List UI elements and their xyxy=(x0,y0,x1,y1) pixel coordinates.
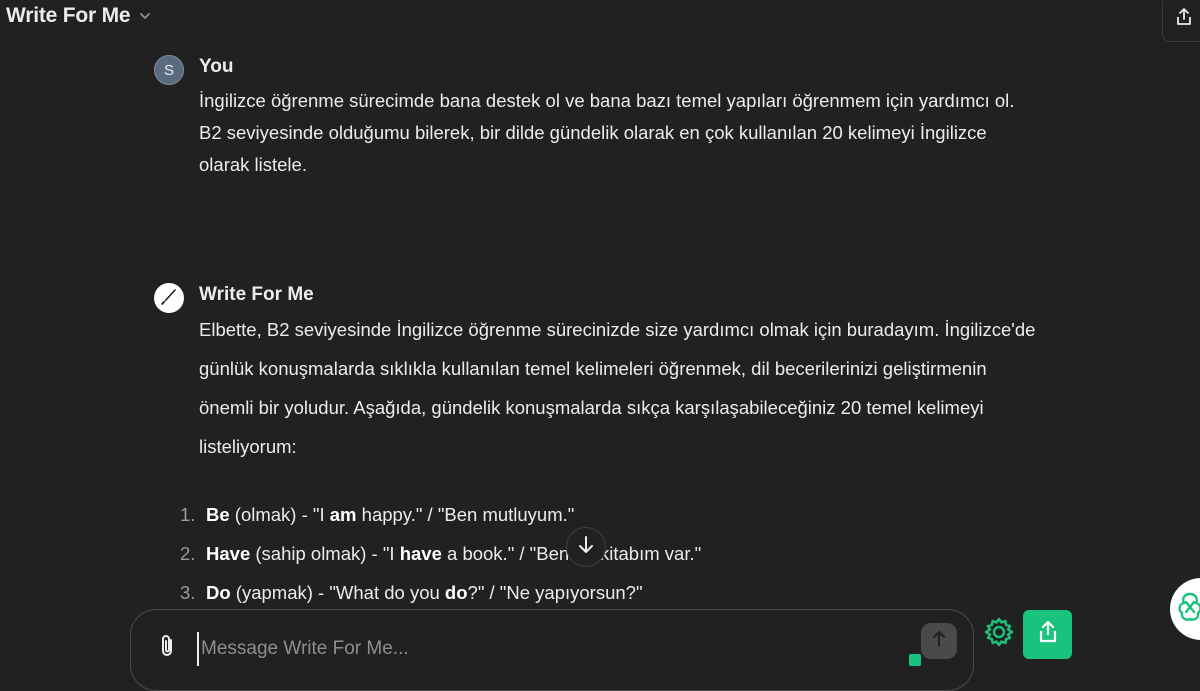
list-number: 1. xyxy=(180,504,196,525)
attach-button[interactable] xyxy=(153,634,181,662)
list-number: 3. xyxy=(180,582,196,603)
gpt-selector[interactable]: Write For Me xyxy=(6,4,152,28)
list-number: 2. xyxy=(180,543,196,564)
list-meaning: (olmak) - "I xyxy=(229,504,330,525)
chevron-down-icon xyxy=(138,9,152,23)
list-word: Be xyxy=(206,504,230,525)
quill-icon xyxy=(160,287,178,309)
arrow-up-icon xyxy=(931,630,947,653)
list-word: Have xyxy=(206,543,251,564)
list-word: Do xyxy=(206,582,231,603)
extension-badge[interactable] xyxy=(1170,578,1200,640)
list-example-bold: have xyxy=(399,543,442,564)
send-button[interactable] xyxy=(921,623,957,659)
gear-icon xyxy=(983,616,1015,653)
assistant-message: Write For Me Elbette, B2 seviyesinde İng… xyxy=(154,0,1035,612)
status-indicator xyxy=(909,654,921,666)
list-example-rest: ?" / "Ne yapıyorsun?" xyxy=(467,582,643,603)
share-conversation-button[interactable] xyxy=(1023,610,1072,659)
message-author: Write For Me xyxy=(199,284,314,305)
list-item: 3. Do (yapmak) - "What do you do?" / "Ne … xyxy=(154,573,1034,612)
message-intro: Elbette, B2 seviyesinde İngilizce öğrenm… xyxy=(199,319,1036,457)
list-meaning: (sahip olmak) - "I xyxy=(250,543,400,564)
openai-logo-icon xyxy=(1175,590,1200,629)
list-example-bold: do xyxy=(444,582,468,603)
settings-button[interactable] xyxy=(980,615,1018,653)
list-meaning: (yapmak) - "What do you xyxy=(230,582,445,603)
share-icon xyxy=(1175,7,1193,32)
assistant-avatar xyxy=(154,283,184,313)
paperclip-icon xyxy=(157,633,177,664)
gpt-title: Write For Me xyxy=(6,4,131,27)
scroll-to-bottom-button[interactable] xyxy=(566,527,606,567)
share-button[interactable] xyxy=(1162,0,1200,42)
message-input[interactable] xyxy=(197,632,903,666)
message-composer xyxy=(130,609,974,691)
list-example-rest: happy." / "Ben mutluyum." xyxy=(356,504,575,525)
list-example-bold: am xyxy=(329,504,357,525)
arrow-down-icon xyxy=(577,535,595,560)
share-icon xyxy=(1037,619,1059,650)
